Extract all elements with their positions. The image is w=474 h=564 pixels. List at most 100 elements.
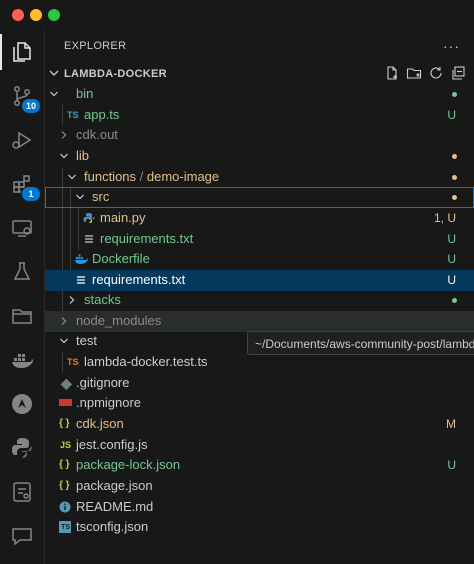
- docker-icon[interactable]: [0, 338, 44, 382]
- chevron-right-icon: [69, 296, 75, 304]
- tree-item-label-2: demo-image: [146, 169, 220, 184]
- title-bar: [0, 0, 474, 30]
- docker-file-icon: [75, 254, 88, 264]
- tree-item-label: cdk.out: [76, 127, 118, 142]
- status-dot: [452, 298, 457, 303]
- new-folder-icon[interactable]: [406, 65, 422, 81]
- tree-item-label: cdk.json: [76, 416, 124, 431]
- status-badge: U: [447, 232, 456, 246]
- status-badge: U: [447, 252, 456, 266]
- tree-item-tsconfig-json[interactable]: TS tsconfig.json: [45, 517, 474, 538]
- chevron-down-icon: [68, 174, 76, 180]
- tree-item-functions-demo-image[interactable]: functions / demo-image: [45, 167, 474, 188]
- zoom-window-button[interactable]: [48, 9, 60, 21]
- tree-item-main-py[interactable]: main.py 1, U: [45, 208, 474, 229]
- more-actions-icon[interactable]: ···: [443, 38, 460, 54]
- status-dot: [452, 92, 457, 97]
- tree-item-label: .gitignore: [76, 375, 130, 390]
- tree-item-gitignore[interactable]: ◆ .gitignore: [45, 373, 474, 394]
- tree-item-label: Dockerfile: [92, 251, 150, 266]
- run-debug-icon[interactable]: [0, 118, 44, 162]
- chevron-down-icon: [50, 91, 58, 97]
- tree-item-label: package-lock.json: [76, 457, 181, 472]
- tree-item-label: package.json: [76, 478, 153, 493]
- workspace-section-header[interactable]: LAMBDA-DOCKER: [45, 64, 474, 84]
- tree-item-requirements-txt-src[interactable]: requirements.txt U: [45, 229, 474, 250]
- aws-icon[interactable]: [0, 382, 44, 426]
- chevron-down-icon: [60, 153, 68, 159]
- section-actions: [384, 65, 466, 81]
- tree-item-label: lib: [76, 148, 90, 163]
- tree-item-lambda-docker-test-ts[interactable]: TS lambda-docker.test.ts: [45, 352, 474, 373]
- tree-item-label: requirements.txt: [100, 231, 194, 246]
- test-ts-file-icon: TS: [67, 357, 79, 367]
- tree-item-package-json[interactable]: { } package.json: [45, 476, 474, 497]
- status-badge: M: [446, 417, 456, 431]
- tree-item-label: requirements.txt: [92, 272, 186, 287]
- status-dot: [452, 154, 457, 159]
- tree-item-label: lambda-docker.test.ts: [84, 354, 208, 369]
- chevron-down-icon: [76, 194, 84, 200]
- active-indicator: [0, 34, 2, 70]
- python-file-icon: [83, 213, 95, 223]
- collapse-all-icon[interactable]: [450, 65, 466, 81]
- tree-item-label: test: [76, 333, 97, 348]
- tree-item-cdk-json[interactable]: { } cdk.json M: [45, 414, 474, 435]
- close-window-button[interactable]: [12, 9, 24, 21]
- chevron-down-icon: [49, 70, 59, 76]
- tree-item-npmignore[interactable]: .npmignore: [45, 393, 474, 414]
- tree-item-jest-config-js[interactable]: JS jest.config.js: [45, 435, 474, 456]
- source-control-icon[interactable]: 10: [0, 74, 44, 118]
- tree-item-label: bin: [76, 86, 94, 101]
- tree-item-label: jest.config.js: [76, 437, 148, 452]
- tree-item-label: README.md: [76, 499, 154, 514]
- files-icon[interactable]: [0, 30, 44, 74]
- refresh-icon[interactable]: [428, 65, 444, 81]
- chevron-right-icon: [61, 131, 67, 139]
- tree-item-package-lock-json[interactable]: { } package-lock.json U: [45, 455, 474, 476]
- tree-item-label: tsconfig.json: [76, 519, 149, 534]
- text-file-icon: [77, 276, 85, 284]
- tree-item-app-ts[interactable]: TS app.ts U: [45, 105, 474, 126]
- tree-item-bin[interactable]: bin: [45, 84, 474, 105]
- explorer-sidebar: EXPLORER ··· LAMBDA-DOCKER bin TS app.ts…: [45, 30, 474, 564]
- status-badge: U: [447, 273, 456, 287]
- tree-item-stacks[interactable]: stacks: [45, 290, 474, 311]
- tree-item-label: stacks: [84, 292, 121, 307]
- chevron-down-icon: [60, 338, 68, 344]
- tree-item-label: src: [92, 189, 110, 204]
- status-badge: U: [447, 108, 456, 122]
- status-badge: 1, U: [433, 211, 456, 225]
- path-tooltip: ~/Documents/aws-community-post/lambda-do…: [247, 331, 474, 355]
- tree-item-label: node_modules: [76, 313, 162, 328]
- status-badge: U: [447, 458, 456, 472]
- python-icon[interactable]: [0, 426, 44, 470]
- extensions-badge: 1: [21, 186, 41, 202]
- tree-item-requirements-txt-selected[interactable]: requirements.txt U: [45, 270, 474, 291]
- tree-item-label: main.py: [100, 210, 146, 225]
- chevron-right-icon: [61, 317, 67, 325]
- explorer-title: EXPLORER: [64, 40, 127, 52]
- javascript-file-icon: JS: [60, 440, 72, 450]
- folder-icon[interactable]: [0, 294, 44, 338]
- testing-icon[interactable]: [0, 250, 44, 294]
- chat-icon[interactable]: [0, 514, 44, 558]
- json-file-icon: { }: [59, 480, 70, 491]
- cdk-icon[interactable]: [0, 470, 44, 514]
- source-control-badge: 10: [21, 98, 41, 114]
- activity-bar: 10 1: [0, 30, 45, 564]
- new-file-icon[interactable]: [384, 65, 400, 81]
- git-file-icon: ◆: [61, 375, 72, 391]
- path-separator: /: [136, 169, 147, 184]
- tree-item-cdk-out[interactable]: cdk.out: [45, 125, 474, 146]
- tree-item-dockerfile[interactable]: Dockerfile U: [45, 249, 474, 270]
- tree-item-label: .npmignore: [76, 395, 142, 410]
- tree-item-src[interactable]: src: [45, 187, 474, 208]
- status-dot: [452, 195, 457, 200]
- tree-item-lib[interactable]: lib: [45, 146, 474, 167]
- tree-item-node-modules[interactable]: node_modules: [45, 311, 474, 332]
- tree-item-readme-md[interactable]: README.md: [45, 497, 474, 518]
- minimize-window-button[interactable]: [30, 9, 42, 21]
- extensions-icon[interactable]: 1: [0, 162, 44, 206]
- remote-explorer-icon[interactable]: [0, 206, 44, 250]
